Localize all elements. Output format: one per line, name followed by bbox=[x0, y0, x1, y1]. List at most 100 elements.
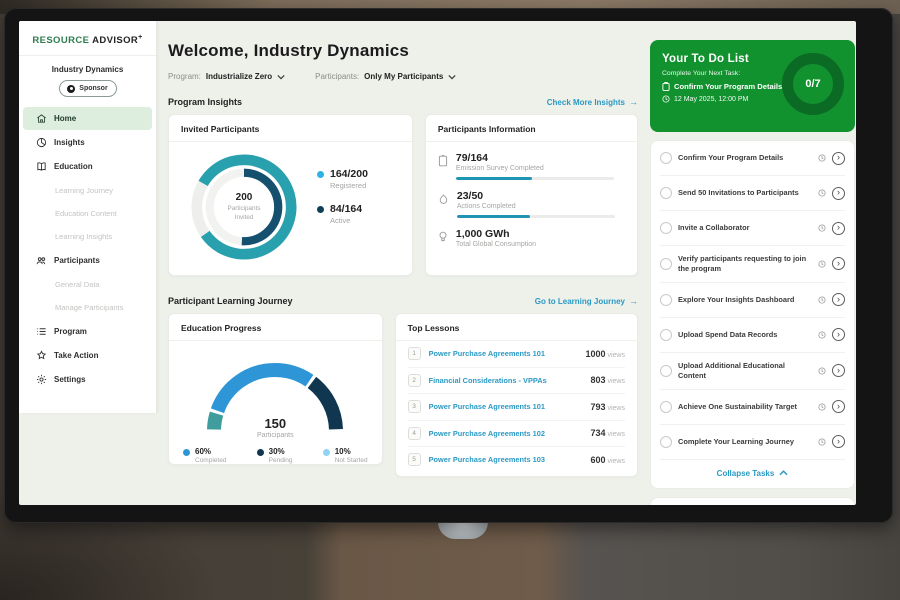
chevron-down-icon bbox=[448, 74, 456, 80]
lesson-link[interactable]: Power Purchase Agreements 101 bbox=[429, 349, 578, 358]
chevron-down-icon bbox=[277, 74, 285, 80]
task-label[interactable]: Send 50 Invitations to Participants bbox=[678, 188, 812, 198]
sidebar-item-education[interactable]: Education bbox=[23, 155, 152, 178]
card-title: Top Lessons bbox=[396, 314, 637, 341]
education-progress-card: Education Progress 150 Participants bbox=[168, 313, 383, 465]
lesson-row: 4 Power Purchase Agreements 102 734views bbox=[408, 421, 625, 448]
task-label[interactable]: Explore Your Insights Dashboard bbox=[678, 295, 812, 305]
task-chevron-button[interactable]: › bbox=[832, 222, 845, 235]
sidebar-item-learning-insights[interactable]: Learning Insights bbox=[19, 225, 156, 248]
task-chevron-button[interactable]: › bbox=[832, 435, 845, 448]
task-row: Achieve One Sustainability Target › bbox=[660, 390, 845, 425]
task-checkbox[interactable] bbox=[660, 222, 672, 234]
not-started-dot-icon bbox=[323, 449, 330, 456]
task-checkbox[interactable] bbox=[660, 152, 672, 164]
sidebar-item-label: Settings bbox=[54, 375, 86, 384]
lesson-views: 803views bbox=[590, 375, 625, 385]
task-chevron-button[interactable]: › bbox=[832, 257, 845, 270]
task-chevron-button[interactable]: › bbox=[832, 152, 845, 165]
task-label[interactable]: Verify participants requesting to join t… bbox=[678, 254, 812, 274]
metric-emission-survey: 79/164 Emission Survey Completed bbox=[426, 142, 637, 180]
lesson-link[interactable]: Power Purchase Agreements 102 bbox=[429, 429, 583, 438]
task-row: Upload Additional Educational Content › bbox=[660, 353, 845, 390]
lesson-link[interactable]: Power Purchase Agreements 103 bbox=[429, 455, 583, 464]
task-checkbox[interactable] bbox=[660, 187, 672, 199]
lesson-link[interactable]: Power Purchase Agreements 101 bbox=[429, 402, 583, 411]
clock-icon bbox=[818, 224, 826, 232]
sidebar-item-manage-participants[interactable]: Manage Participants bbox=[19, 296, 156, 319]
sidebar-item-program[interactable]: Program bbox=[23, 320, 152, 343]
todo-next-task: Confirm Your Program Details bbox=[674, 82, 782, 91]
legend-active: 84/164 Active bbox=[317, 203, 368, 225]
org-name: Industry Dynamics bbox=[19, 65, 156, 74]
task-chevron-button[interactable]: › bbox=[832, 328, 845, 341]
task-row: Confirm Your Program Details › bbox=[660, 141, 845, 176]
go-to-learning-journey-link[interactable]: Go to Learning Journey→ bbox=[535, 296, 638, 306]
task-checkbox[interactable] bbox=[660, 436, 672, 448]
sidebar-item-insights[interactable]: Insights bbox=[23, 131, 152, 154]
sponsor-badge[interactable]: Sponsor bbox=[59, 80, 117, 97]
task-row: Send 50 Invitations to Participants › bbox=[660, 176, 845, 211]
legend-completed: 60% Completed bbox=[183, 447, 226, 464]
sidebar-item-settings[interactable]: Settings bbox=[23, 368, 152, 391]
sidebar-item-general-data[interactable]: General Data bbox=[19, 273, 156, 296]
clipboard-icon bbox=[662, 82, 670, 91]
program-filter-label: Program: bbox=[168, 72, 201, 81]
logo-text-green: RESOURCE bbox=[32, 35, 89, 46]
invited-participants-donut-chart: 200 Participants Invited bbox=[185, 148, 303, 266]
task-label[interactable]: Invite a Collaborator bbox=[678, 223, 812, 233]
lesson-row: 5 Power Purchase Agreements 103 600views bbox=[408, 447, 625, 473]
arrow-right-icon: → bbox=[629, 97, 638, 107]
task-chevron-button[interactable]: › bbox=[832, 293, 845, 306]
card-title: Participants Information bbox=[426, 115, 637, 142]
clock-icon bbox=[818, 403, 826, 411]
participants-filter[interactable]: Participants: Only My Participants bbox=[315, 72, 456, 81]
active-dot-icon bbox=[317, 206, 324, 213]
sidebar-item-take-action[interactable]: Take Action bbox=[23, 344, 152, 367]
task-checkbox[interactable] bbox=[660, 401, 672, 413]
clock-icon bbox=[818, 438, 826, 446]
actions-progress-bar bbox=[457, 215, 615, 218]
task-checkbox[interactable] bbox=[660, 258, 672, 270]
program-filter-value: Industrialize Zero bbox=[206, 72, 272, 81]
main-content: Welcome, Industry Dynamics Program: Indu… bbox=[168, 21, 638, 477]
program-insights-title: Program Insights bbox=[168, 97, 242, 107]
completed-dot-icon bbox=[183, 449, 190, 456]
program-filter[interactable]: Program: Industrialize Zero bbox=[168, 72, 285, 81]
consumption-icon bbox=[438, 231, 448, 243]
task-chevron-button[interactable]: › bbox=[832, 364, 845, 377]
clock-icon bbox=[818, 296, 826, 304]
lesson-row: 2 Financial Considerations - VPPAs 803vi… bbox=[408, 368, 625, 395]
task-label[interactable]: Confirm Your Program Details bbox=[678, 153, 812, 163]
task-checkbox[interactable] bbox=[660, 365, 672, 377]
sidebar: RESOURCE ADVISOR+ Industry Dynamics Spon… bbox=[19, 21, 157, 413]
task-chevron-button[interactable]: › bbox=[832, 187, 845, 200]
sidebar-item-home[interactable]: Home bbox=[23, 107, 152, 130]
sidebar-item-learning-journey[interactable]: Learning Journey bbox=[19, 179, 156, 202]
task-checkbox[interactable] bbox=[660, 294, 672, 306]
legend-pending: 30% Pending bbox=[257, 447, 293, 464]
task-chevron-button[interactable]: › bbox=[832, 400, 845, 413]
metric-progress-fill bbox=[456, 177, 532, 180]
task-checkbox[interactable] bbox=[660, 329, 672, 341]
lesson-row: 1 Power Purchase Agreements 101 1000view… bbox=[408, 341, 625, 368]
collapse-tasks-link[interactable]: Collapse Tasks bbox=[660, 460, 845, 488]
task-label[interactable]: Upload Additional Educational Content bbox=[678, 361, 812, 381]
legend-registered: 164/200 Registered bbox=[317, 168, 368, 190]
task-label[interactable]: Complete Your Learning Journey bbox=[678, 437, 812, 447]
clock-icon bbox=[818, 189, 826, 197]
participants-filter-label: Participants: bbox=[315, 72, 359, 81]
sidebar-item-participants[interactable]: Participants bbox=[23, 249, 152, 272]
dashboard-screen: RESOURCE ADVISOR+ Industry Dynamics Spon… bbox=[19, 21, 856, 505]
check-more-insights-link[interactable]: Check More Insights→ bbox=[547, 97, 638, 107]
sponsor-badge-label: Sponsor bbox=[79, 85, 107, 92]
sidebar-item-label: Education bbox=[54, 162, 93, 171]
sidebar-item-education-content[interactable]: Education Content bbox=[19, 202, 156, 225]
task-label[interactable]: Upload Spend Data Records bbox=[678, 330, 812, 340]
book-icon bbox=[36, 161, 47, 172]
lesson-link[interactable]: Financial Considerations - VPPAs bbox=[429, 376, 583, 385]
lesson-views: 600views bbox=[590, 455, 625, 465]
metric-consumption: 1,000 GWh Total Global Consumption bbox=[426, 218, 637, 248]
take-action-icon bbox=[36, 350, 47, 361]
task-label[interactable]: Achieve One Sustainability Target bbox=[678, 402, 812, 412]
